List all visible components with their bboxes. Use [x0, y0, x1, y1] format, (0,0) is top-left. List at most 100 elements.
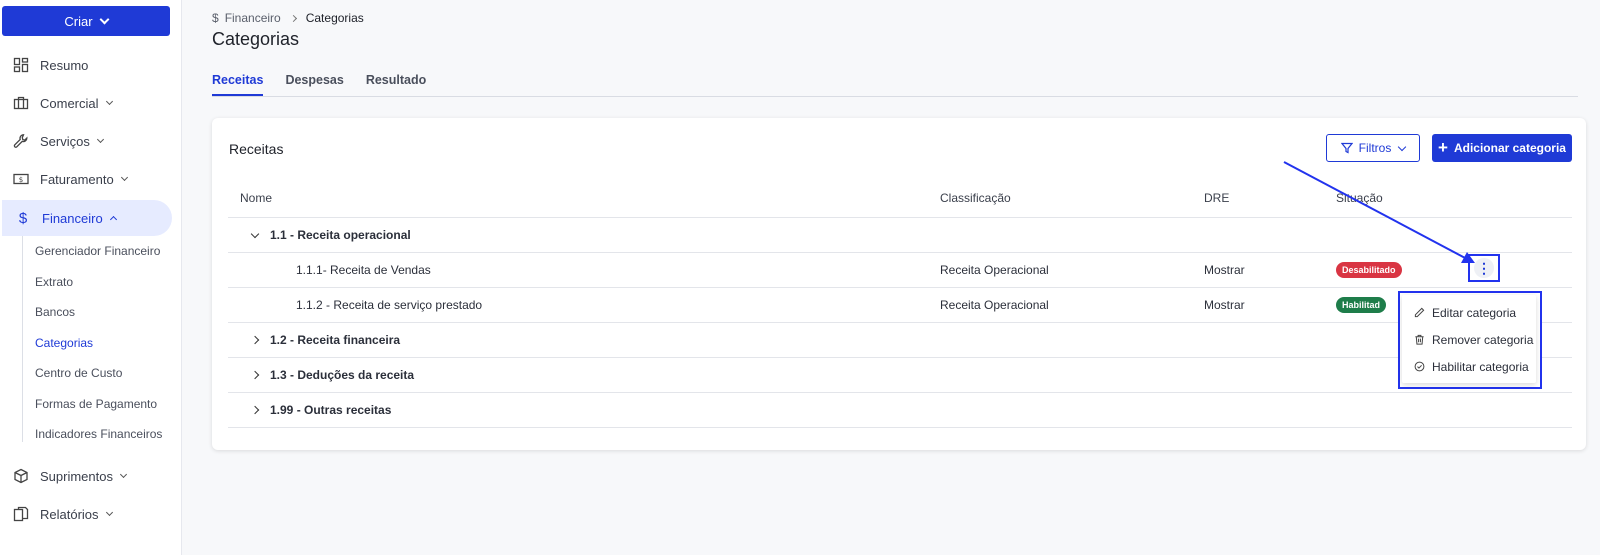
chevron-down-icon	[119, 470, 128, 479]
sidebar-item-label: Comercial	[40, 95, 99, 111]
header-name: Nome	[240, 190, 273, 205]
breadcrumb: $ Financeiro Categorias	[212, 11, 364, 25]
submenu-item-formas-pagamento[interactable]: Formas de Pagamento	[23, 389, 162, 420]
documents-icon	[12, 505, 30, 523]
chevron-down-icon	[1398, 142, 1407, 151]
menu-item-remove[interactable]: Remover categoria	[1402, 326, 1536, 353]
dollar-icon: $	[18, 209, 28, 227]
group-label: 1.1 - Receita operacional	[270, 228, 411, 242]
menu-item-label: Remover categoria	[1432, 332, 1534, 347]
category-name: 1.1.1- Receita de Vendas	[296, 263, 431, 277]
group-label: 1.3 - Deduções da receita	[270, 368, 415, 382]
submenu-item-centro-custo[interactable]: Centro de Custo	[23, 358, 162, 389]
svg-text:$: $	[19, 176, 23, 184]
category-name: 1.1.2 - Receita de serviço prestado	[296, 298, 483, 312]
group-name-cell: 1.2 - Receita financeira	[250, 333, 401, 347]
group-name-cell: 1.1 - Receita operacional	[250, 228, 411, 242]
tab-resultado[interactable]: Resultado	[366, 73, 426, 96]
sidebar-item-label: Faturamento	[40, 171, 114, 187]
sidebar-item-resumo[interactable]: Resumo	[0, 47, 172, 83]
sidebar-item-label: Financeiro	[42, 210, 103, 226]
tab-despesas[interactable]: Despesas	[285, 73, 343, 96]
add-category-label: Adicionar categoria	[1453, 141, 1566, 155]
status-badge: Desabilitado	[1336, 262, 1402, 278]
chevron-right-icon[interactable]	[250, 335, 260, 345]
filters-label: Filtros	[1358, 141, 1392, 155]
sidebar-item-faturamento[interactable]: $ Faturamento	[0, 161, 172, 197]
category-classification: Receita Operacional	[940, 298, 1049, 312]
group-row[interactable]: 1.2 - Receita financeira	[228, 323, 1572, 358]
tab-receitas[interactable]: Receitas	[212, 73, 264, 96]
sidebar-item-relatorios[interactable]: Relatórios	[0, 496, 172, 532]
categories-card: Receitas Filtros + Adicionar categoria N…	[212, 118, 1586, 450]
chevron-right-icon	[289, 14, 297, 22]
add-category-button[interactable]: + Adicionar categoria	[1432, 134, 1572, 162]
table-row: 1.1.2 - Receita de serviço prestado Rece…	[228, 288, 1572, 323]
financeiro-submenu: Gerenciador Financeiro Extrato Bancos Ca…	[22, 236, 162, 442]
menu-item-label: Habilitar categoria	[1432, 359, 1529, 374]
plus-icon: +	[1438, 137, 1448, 157]
dollar-icon: $	[212, 11, 219, 25]
menu-item-enable[interactable]: Habilitar categoria	[1402, 353, 1536, 380]
box-icon	[12, 467, 30, 485]
group-row[interactable]: 1.1 - Receita operacional	[228, 218, 1572, 253]
check-circle-icon	[1414, 361, 1425, 372]
create-button[interactable]: Criar	[2, 6, 170, 36]
submenu-item-categorias[interactable]: Categorias	[23, 328, 162, 359]
table-header: Nome Classificação DRE Situação	[228, 178, 1572, 218]
group-row[interactable]: 1.3 - Deduções da receita	[228, 358, 1572, 393]
group-label: 1.2 - Receita financeira	[270, 333, 401, 347]
chevron-down-icon	[99, 14, 110, 24]
sidebar-item-label: Suprimentos	[40, 468, 113, 484]
chevron-right-icon[interactable]	[250, 405, 260, 415]
chevron-down-icon	[120, 173, 128, 182]
card-title: Receitas	[229, 141, 284, 157]
sidebar-item-label: Serviços	[40, 133, 90, 149]
submenu-item-bancos[interactable]: Bancos	[23, 297, 162, 328]
sidebar-item-servicos[interactable]: Serviços	[0, 123, 172, 159]
categories-table: Nome Classificação DRE Situação 1.1 - Re…	[228, 178, 1572, 428]
menu-item-label: Editar categoria	[1432, 305, 1517, 320]
sidebar: Criar Resumo Comercial Serviços $ Fatura…	[0, 0, 182, 555]
chevron-down-icon[interactable]	[250, 229, 260, 238]
sidebar-item-label: Resumo	[40, 57, 89, 73]
breadcrumb-section[interactable]: Financeiro	[225, 11, 281, 25]
row-actions-button[interactable]: ⋮	[1468, 254, 1500, 282]
category-dre: Mostrar	[1204, 263, 1245, 277]
page-title: Categorias	[212, 29, 300, 49]
wrench-icon	[12, 132, 30, 150]
category-dre: Mostrar	[1204, 298, 1245, 312]
group-label: 1.99 - Outras receitas	[270, 403, 392, 417]
tabs: Receitas Despesas Resultado	[212, 73, 1578, 97]
menu-item-edit[interactable]: Editar categoria	[1402, 299, 1536, 326]
create-label: Criar	[64, 13, 93, 29]
bill-icon: $	[12, 170, 30, 188]
filters-button[interactable]: Filtros	[1326, 134, 1420, 162]
header-dre: DRE	[1204, 190, 1230, 205]
more-vertical-icon: ⋮	[1474, 258, 1494, 278]
sidebar-item-financeiro[interactable]: $ Financeiro	[2, 200, 172, 236]
chevron-right-icon[interactable]	[250, 370, 260, 380]
sidebar-item-comercial[interactable]: Comercial	[0, 85, 172, 121]
group-name-cell: 1.3 - Deduções da receita	[250, 368, 415, 382]
chevron-up-icon	[109, 215, 117, 224]
sidebar-item-label: Relatórios	[40, 506, 99, 522]
trash-icon	[1415, 334, 1424, 345]
group-row[interactable]: 1.99 - Outras receitas	[228, 393, 1572, 428]
breadcrumb-current: Categorias	[305, 11, 364, 25]
submenu-item-extrato[interactable]: Extrato	[23, 267, 162, 298]
submenu-item-indicadores[interactable]: Indicadores Financeiros	[23, 419, 162, 450]
category-classification: Receita Operacional	[940, 263, 1049, 277]
table-row: 1.1.1- Receita de Vendas Receita Operaci…	[228, 253, 1572, 288]
chevron-down-icon	[96, 135, 104, 144]
status-badge: Habilitad	[1336, 297, 1387, 313]
sidebar-item-suprimentos[interactable]: Suprimentos	[0, 458, 172, 494]
briefcase-icon	[12, 94, 30, 112]
row-actions-menu-highlight: Editar categoria Remover categoria Habil…	[1398, 291, 1542, 389]
pencil-icon	[1414, 307, 1425, 318]
submenu-item-gerenciador[interactable]: Gerenciador Financeiro	[23, 236, 162, 267]
row-actions-menu: Editar categoria Remover categoria Habil…	[1402, 295, 1536, 383]
chevron-down-icon	[105, 97, 113, 106]
filter-icon	[1340, 142, 1353, 154]
dashboard-icon	[12, 56, 30, 74]
